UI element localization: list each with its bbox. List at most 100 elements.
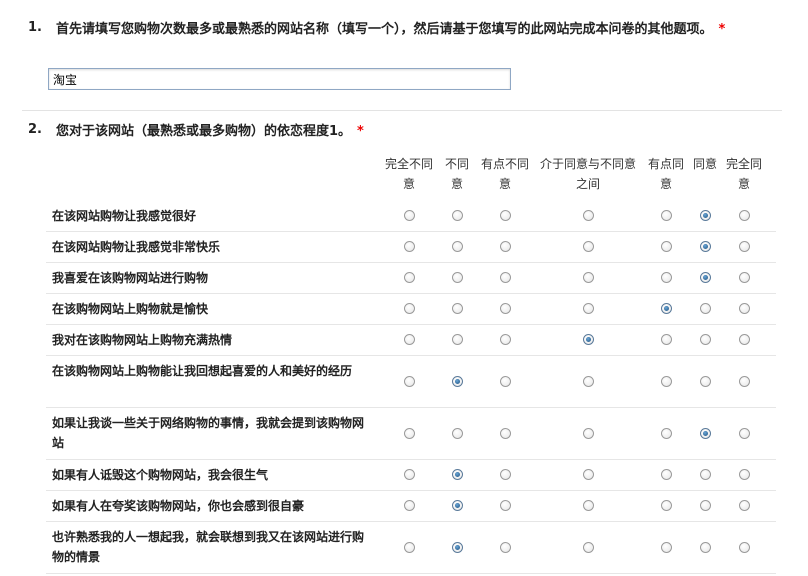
question-title: 您对于该网站（最熟悉或最多购物）的依恋程度1。 * bbox=[56, 122, 788, 142]
rating-radio[interactable] bbox=[738, 427, 750, 439]
rating-radio[interactable] bbox=[499, 210, 511, 221]
matrix-row: 在该购物网站上购物就是愉快 bbox=[46, 293, 776, 325]
rating-radio[interactable] bbox=[699, 334, 711, 345]
rating-radio[interactable] bbox=[499, 334, 511, 345]
row-label: 也许熟悉我的人一想起我，就会联想到我又在该网站进行购物的情景 bbox=[52, 530, 365, 564]
row-label: 在该网站购物让我感觉很好 bbox=[52, 208, 197, 223]
rating-radio[interactable] bbox=[660, 500, 672, 511]
row-label: 如果有人诋毁这个购物网站，我会很生气 bbox=[52, 467, 269, 482]
matrix-row: 也许熟悉我的人一想起我，就会联想到我又在该网站进行购物的情景 bbox=[46, 521, 776, 574]
rating-radio[interactable] bbox=[699, 541, 711, 553]
question-title: 首先请填写您购物次数最多或最熟悉的网站名称（填写一个），然后请基于您填写的此网站… bbox=[56, 20, 788, 40]
row-label: 在该网站购物让我感觉非常快乐 bbox=[52, 239, 221, 254]
rating-radio[interactable] bbox=[699, 272, 711, 283]
rating-radio[interactable] bbox=[582, 303, 594, 314]
row-label: 我喜爱在该购物网站进行购物 bbox=[52, 270, 209, 285]
rating-radio[interactable] bbox=[738, 541, 750, 553]
question-number: 1. bbox=[28, 20, 42, 35]
rating-radio[interactable] bbox=[699, 500, 711, 511]
rating-radio[interactable] bbox=[699, 210, 711, 221]
rating-radio[interactable] bbox=[403, 303, 415, 314]
rating-radio[interactable] bbox=[499, 541, 511, 553]
matrix-row: 如果让我谈一些关于网络购物的事情，我就会提到该购物网站 bbox=[46, 407, 776, 460]
rating-radio[interactable] bbox=[403, 375, 415, 387]
rating-radio[interactable] bbox=[403, 500, 415, 511]
rating-radio[interactable] bbox=[451, 541, 463, 553]
rating-radio[interactable] bbox=[403, 469, 415, 480]
rating-radio[interactable] bbox=[582, 375, 594, 387]
rating-radio[interactable] bbox=[499, 375, 511, 387]
rating-radio[interactable] bbox=[582, 541, 594, 553]
rating-radio[interactable] bbox=[738, 500, 750, 511]
rating-radio[interactable] bbox=[582, 241, 594, 252]
rating-radio[interactable] bbox=[699, 303, 711, 314]
rating-radio[interactable] bbox=[738, 375, 750, 387]
rating-radio[interactable] bbox=[499, 427, 511, 439]
rating-radio[interactable] bbox=[451, 334, 463, 345]
rating-radio[interactable] bbox=[660, 210, 672, 221]
rating-radio[interactable] bbox=[403, 272, 415, 283]
rating-radio[interactable] bbox=[499, 303, 511, 314]
rating-radio[interactable] bbox=[738, 210, 750, 221]
rating-radio[interactable] bbox=[660, 241, 672, 252]
rating-radio[interactable] bbox=[403, 427, 415, 439]
rating-radio[interactable] bbox=[738, 303, 750, 314]
rating-radio[interactable] bbox=[582, 469, 594, 480]
matrix-row: 在该网站购物让我感觉非常快乐 bbox=[46, 231, 776, 263]
rating-radio[interactable] bbox=[699, 469, 711, 480]
rating-radio[interactable] bbox=[660, 375, 672, 387]
rating-radio[interactable] bbox=[582, 210, 594, 221]
rating-radio[interactable] bbox=[660, 427, 672, 439]
rating-radio[interactable] bbox=[451, 303, 463, 314]
rating-radio[interactable] bbox=[451, 427, 463, 439]
rating-radio[interactable] bbox=[738, 272, 750, 283]
website-name-input[interactable] bbox=[48, 68, 511, 90]
column-header: 有点同意 bbox=[647, 157, 684, 191]
rating-radio[interactable] bbox=[699, 375, 711, 387]
rating-radio[interactable] bbox=[499, 272, 511, 283]
question-title-text: 首先请填写您购物次数最多或最熟悉的网站名称（填写一个），然后请基于您填写的此网站… bbox=[56, 22, 713, 37]
rating-radio[interactable] bbox=[582, 334, 594, 345]
required-marker: * bbox=[718, 22, 726, 37]
rating-radio[interactable] bbox=[403, 241, 415, 252]
rating-radio[interactable] bbox=[660, 334, 672, 345]
question-title-text: 您对于该网站（最熟悉或最多购物）的依恋程度1。 bbox=[56, 124, 352, 139]
matrix-row: 我喜爱在该购物网站进行购物 bbox=[46, 262, 776, 294]
question-2: 2. 您对于该网站（最熟悉或最多购物）的依恋程度1。 * bbox=[28, 122, 788, 142]
rating-radio[interactable] bbox=[451, 469, 463, 480]
column-header: 完全不同意 bbox=[384, 157, 433, 191]
rating-radio[interactable] bbox=[660, 469, 672, 480]
rating-radio[interactable] bbox=[738, 469, 750, 480]
rating-radio[interactable] bbox=[660, 541, 672, 553]
column-header: 不同意 bbox=[444, 157, 469, 191]
rating-radio[interactable] bbox=[451, 500, 463, 511]
row-label: 在该购物网站上购物能让我回想起喜爱的人和美好的经历 bbox=[52, 364, 353, 378]
rating-radio[interactable] bbox=[499, 500, 511, 511]
rating-radio[interactable] bbox=[582, 427, 594, 439]
rating-radio[interactable] bbox=[403, 210, 415, 221]
column-header: 有点不同意 bbox=[480, 157, 529, 191]
rating-radio[interactable] bbox=[738, 334, 750, 345]
rating-radio[interactable] bbox=[660, 303, 672, 314]
rating-radio[interactable] bbox=[403, 334, 415, 345]
rating-radio[interactable] bbox=[451, 272, 463, 283]
column-header: 完全同意 bbox=[725, 157, 762, 191]
rating-radio[interactable] bbox=[660, 272, 672, 283]
rating-radio[interactable] bbox=[451, 241, 463, 252]
row-label: 如果让我谈一些关于网络购物的事情，我就会提到该购物网站 bbox=[52, 416, 365, 450]
question-divider bbox=[22, 110, 782, 111]
matrix-row: 如果有人在夸奖该购物网站，你也会感到很自豪 bbox=[46, 490, 776, 522]
rating-radio[interactable] bbox=[699, 427, 711, 439]
rating-radio[interactable] bbox=[582, 272, 594, 283]
rating-radio[interactable] bbox=[499, 469, 511, 480]
rating-radio[interactable] bbox=[738, 241, 750, 252]
row-label: 我对在该购物网站上购物充满热情 bbox=[52, 332, 233, 347]
question-1: 1. 首先请填写您购物次数最多或最熟悉的网站名称（填写一个），然后请基于您填写的… bbox=[28, 20, 788, 90]
rating-radio[interactable] bbox=[699, 241, 711, 252]
rating-radio[interactable] bbox=[451, 375, 463, 387]
rating-radio[interactable] bbox=[403, 541, 415, 553]
rating-radio[interactable] bbox=[499, 241, 511, 252]
rating-radio[interactable] bbox=[582, 500, 594, 511]
matrix-row: 在该网站购物让我感觉很好 bbox=[46, 200, 776, 232]
rating-radio[interactable] bbox=[451, 210, 463, 221]
